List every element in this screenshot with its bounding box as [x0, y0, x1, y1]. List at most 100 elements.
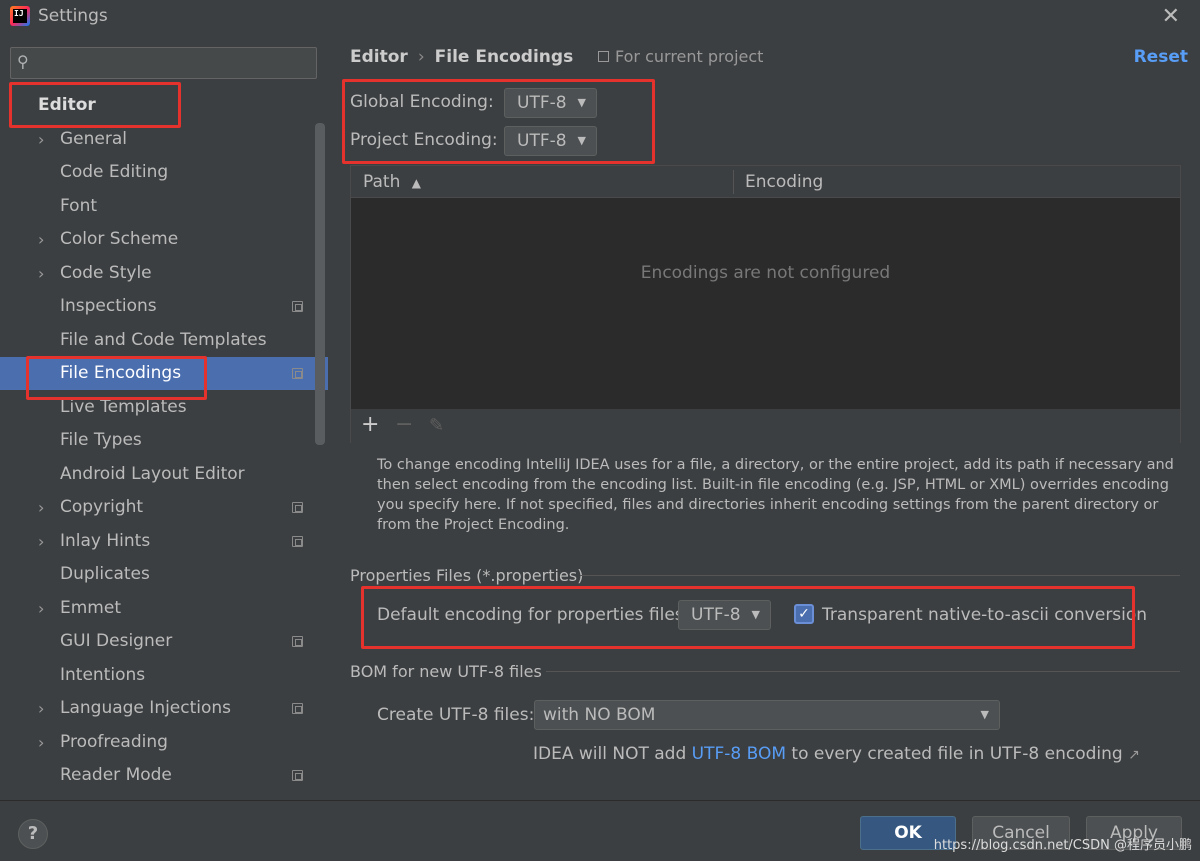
chevron-right-icon[interactable]: ›	[38, 223, 44, 256]
properties-encoding-select[interactable]: UTF-8 ▼	[678, 600, 771, 630]
chevron-right-icon[interactable]: ›	[38, 692, 44, 725]
checkmark-icon: ✓	[798, 606, 810, 622]
properties-section-title: Properties Files (*.properties)	[350, 566, 584, 585]
sidebar-item-label: Code Style	[60, 262, 152, 283]
sidebar-item-editor[interactable]: Editor	[0, 89, 328, 122]
search-icon: ⚲	[17, 52, 29, 71]
sidebar-item-label: Intentions	[60, 664, 146, 685]
bom-select[interactable]: with NO BOM ▼	[534, 700, 1000, 730]
encodings-table[interactable]: Path ▲ Encoding Encodings are not config…	[350, 165, 1181, 443]
sidebar-item-language-injections[interactable]: › Language Injections	[0, 692, 328, 725]
settings-content: Editor › File Encodings For current projec…	[328, 34, 1200, 800]
section-divider	[546, 671, 1180, 672]
sidebar-item-label: Emmet	[60, 597, 121, 618]
chevron-right-icon[interactable]: ›	[38, 257, 44, 290]
project-scope-icon	[598, 51, 609, 62]
sidebar-item-label: Reader Mode	[60, 765, 172, 785]
bom-hint: IDEA will NOT add UTF-8 BOM to every cre…	[533, 744, 1140, 764]
sidebar-item-file-types[interactable]: File Types	[0, 424, 328, 457]
chevron-right-icon[interactable]: ›	[38, 123, 44, 156]
transparent-conversion-label[interactable]: Transparent native-to-ascii conversion	[822, 605, 1147, 625]
column-divider[interactable]	[733, 170, 734, 194]
sidebar-item-file-encodings[interactable]: File Encodings	[0, 357, 328, 390]
project-scope-icon	[292, 770, 303, 781]
dialog-footer: ? OK Cancel Apply https://blog.csdn.net/…	[0, 800, 1200, 861]
scope-note: For current project	[598, 47, 763, 66]
sort-ascending-icon: ▲	[411, 176, 421, 190]
transparent-conversion-checkbox[interactable]: ✓	[794, 604, 814, 624]
sidebar-item-color-scheme[interactable]: › Color Scheme	[0, 223, 328, 256]
window-title: Settings	[38, 6, 108, 26]
sidebar-item-proofreading[interactable]: › Proofreading	[0, 726, 328, 759]
sidebar-item-label: Color Scheme	[60, 229, 179, 249]
project-scope-icon	[292, 703, 303, 714]
sidebar-item-label: Proofreading	[60, 731, 168, 752]
table-empty-message: Encodings are not configured	[640, 263, 891, 283]
close-icon[interactable]: ✕	[1162, 4, 1180, 29]
sidebar-item-copyright[interactable]: › Copyright	[0, 491, 328, 524]
sidebar-item-label: Copyright	[60, 497, 144, 517]
sidebar-item-label: Inlay Hints	[60, 530, 151, 551]
sidebar-item-intentions[interactable]: Intentions	[0, 659, 328, 692]
sidebar-item-code-editing[interactable]: Code Editing	[0, 156, 328, 189]
intellij-logo-icon: IJ	[10, 6, 30, 26]
section-divider	[580, 575, 1180, 576]
chevron-right-icon[interactable]: ›	[38, 592, 44, 625]
table-toolbar: + − ✎	[351, 409, 1180, 443]
chevron-right-icon[interactable]: ›	[38, 726, 44, 759]
sidebar-scrollbar[interactable]	[315, 123, 325, 445]
column-header-path[interactable]: Path ▲	[363, 166, 421, 198]
project-scope-icon	[292, 502, 303, 513]
sidebar-item-general[interactable]: › General	[0, 123, 328, 156]
bom-section-title: BOM for new UTF-8 files	[350, 662, 542, 681]
breadcrumb-separator-icon: ›	[417, 47, 425, 67]
watermark: https://blog.csdn.net/CSDN @程序员小鹏	[933, 838, 1192, 853]
help-button[interactable]: ?	[18, 819, 48, 849]
chevron-right-icon[interactable]: ›	[38, 525, 44, 558]
breadcrumb-parent[interactable]: Editor	[350, 47, 408, 67]
global-encoding-label: Global Encoding:	[350, 92, 494, 112]
sidebar-item-reader-mode[interactable]: Reader Mode	[0, 759, 328, 792]
remove-icon[interactable]: −	[395, 412, 413, 437]
project-scope-icon	[292, 368, 303, 379]
sidebar-item-code-style[interactable]: › Code Style	[0, 257, 328, 290]
column-header-encoding[interactable]: Encoding	[745, 166, 823, 198]
sidebar-item-label: GUI Designer	[60, 631, 173, 651]
sidebar-item-label: File Types	[60, 430, 142, 450]
sidebar-item-live-templates[interactable]: Live Templates	[0, 391, 328, 424]
reset-link[interactable]: Reset	[1134, 47, 1188, 67]
encoding-description: To change encoding IntelliJ IDEA uses fo…	[377, 457, 1174, 533]
chevron-down-icon: ▼	[577, 134, 586, 147]
global-encoding-select[interactable]: UTF-8 ▼	[504, 88, 597, 118]
sidebar-item-inlay-hints[interactable]: › Inlay Hints	[0, 525, 328, 558]
sidebar-item-emmet[interactable]: › Emmet	[0, 592, 328, 625]
project-scope-icon	[292, 301, 303, 312]
sidebar-item-label: Editor	[38, 95, 96, 115]
project-scope-icon	[292, 535, 303, 547]
chevron-down-icon: ▼	[577, 96, 586, 109]
sidebar-item-label: Live Templates	[60, 396, 187, 417]
breadcrumb: Editor › File Encodings	[350, 47, 573, 67]
project-encoding-select[interactable]: UTF-8 ▼	[504, 126, 597, 156]
sidebar-item-inspections[interactable]: Inspections	[0, 290, 328, 323]
sidebar-item-android-layout-editor[interactable]: Android Layout Editor	[0, 458, 328, 491]
chevron-down-icon: ▼	[751, 608, 760, 621]
sidebar-item-font[interactable]: Font	[0, 190, 328, 223]
settings-search-input[interactable]: ⚲	[10, 47, 317, 79]
breadcrumb-current: File Encodings	[434, 47, 574, 67]
sidebar-item-file-and-code-templates[interactable]: File and Code Templates	[0, 324, 328, 357]
sidebar-item-label: File Encodings	[60, 363, 182, 383]
sidebar-item-duplicates[interactable]: Duplicates	[0, 558, 328, 591]
sidebar-item-label: Android Layout Editor	[60, 463, 245, 484]
sidebar-item-gui-designer[interactable]: GUI Designer	[0, 625, 328, 658]
edit-pencil-icon[interactable]: ✎	[429, 415, 444, 436]
external-link-icon: ↗	[1128, 747, 1140, 763]
add-icon[interactable]: +	[361, 412, 379, 437]
sidebar-item-label: Duplicates	[60, 564, 150, 584]
title-bar: IJ Settings ✕	[0, 0, 1200, 34]
chevron-right-icon[interactable]: ›	[38, 491, 44, 524]
sidebar-item-label: Font	[60, 195, 98, 216]
sidebar-item-label: Language Injections	[60, 698, 232, 718]
sidebar-item-label: File and Code Templates	[60, 329, 267, 350]
utf8-bom-link[interactable]: UTF-8 BOM	[692, 744, 786, 764]
